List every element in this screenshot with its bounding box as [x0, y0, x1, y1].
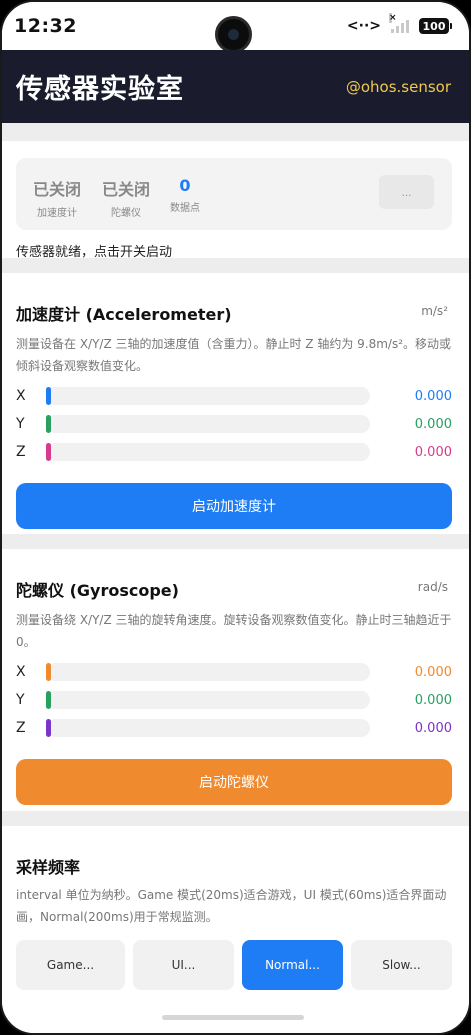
sampling-title: 采样频率	[16, 858, 81, 877]
accel-axis-x: X 0.000	[16, 386, 452, 406]
stat-label: 数据点	[170, 203, 200, 214]
axis-name: X	[16, 664, 26, 680]
axis-name: X	[16, 388, 26, 404]
axis-bar-fill	[46, 663, 51, 681]
gyro-axis-x: X 0.000	[16, 662, 452, 682]
gyro-axis-z: Z 0.000	[16, 718, 452, 738]
stat-label: 加速度计	[37, 208, 77, 219]
stat-label: 陀螺仪	[111, 208, 141, 219]
front-camera-icon	[215, 16, 252, 53]
axis-name: Y	[16, 416, 25, 432]
axis-bar-fill	[46, 719, 51, 737]
accelerometer-section: 加速度计 (Accelerometer) m/s² 测量设备在 X/Y/Z 三轴…	[2, 273, 469, 534]
axis-bar-fill	[46, 691, 51, 709]
app-title: 传感器实验室	[16, 74, 184, 105]
gyroscope-section: 陀螺仪 (Gyroscope) rad/s 测量设备绕 X/Y/Z 三轴的旋转角…	[2, 549, 469, 811]
rate-option-slow[interactable]: Slow...	[351, 940, 452, 990]
signal-icon: ×	[389, 13, 409, 33]
axis-name: Y	[16, 692, 25, 708]
axis-value: 0.000	[414, 720, 452, 736]
more-button[interactable]: ...	[379, 175, 434, 209]
stat-value: 已关闭	[102, 180, 151, 199]
axis-value: 0.000	[414, 416, 452, 432]
status-section: 已关闭 加速度计 已关闭 陀螺仪 0 数据点 ... 传感器就绪，点击开关启动	[2, 141, 469, 260]
accelerometer-description: 测量设备在 X/Y/Z 三轴的加速度值（含重力）。静止时 Z 轴约为 9.8m/…	[16, 337, 452, 373]
gyroscope-title: 陀螺仪 (Gyroscope)	[16, 581, 179, 600]
sampling-section: 采样频率 interval 单位为纳秒。Game 模式(20ms)适合游戏，UI…	[2, 826, 469, 1033]
accelerometer-title: 加速度计 (Accelerometer)	[16, 305, 232, 324]
axis-name: Z	[16, 444, 26, 460]
axis-value: 0.000	[414, 388, 452, 404]
start-gyroscope-button[interactable]: 启动陀螺仪	[16, 759, 452, 805]
axis-bar-fill	[46, 387, 51, 405]
content-scroll[interactable]: 已关闭 加速度计 已关闭 陀螺仪 0 数据点 ... 传感器就绪，点击开关启动 …	[2, 123, 469, 1033]
stat-value: 0	[179, 176, 191, 195]
battery-icon: 100	[419, 18, 452, 34]
rate-option-ui[interactable]: UI...	[133, 940, 234, 990]
axis-bar-track	[46, 443, 370, 461]
sampling-description: interval 单位为纳秒。Game 模式(20ms)适合游戏，UI 模式(6…	[16, 888, 447, 924]
axis-value: 0.000	[414, 692, 452, 708]
stat-gyroscope: 已关闭 陀螺仪	[102, 176, 150, 219]
rate-option-normal[interactable]: Normal...	[242, 940, 343, 990]
stat-accelerometer: 已关闭 加速度计	[33, 176, 81, 219]
home-indicator[interactable]	[162, 1015, 304, 1020]
axis-bar-track	[46, 691, 370, 709]
gyro-axis-y: Y 0.000	[16, 690, 452, 710]
axis-bar-track	[46, 663, 370, 681]
axis-name: Z	[16, 720, 26, 736]
axis-value: 0.000	[414, 444, 452, 460]
stat-value: 已关闭	[33, 180, 82, 199]
axis-bar-track	[46, 719, 370, 737]
rate-option-game[interactable]: Game...	[16, 940, 125, 990]
status-icons: <··> × 100	[346, 13, 452, 34]
data-transfer-icon: <··>	[346, 18, 381, 34]
axis-bar-fill	[46, 415, 51, 433]
axis-value: 0.000	[414, 664, 452, 680]
start-accelerometer-button[interactable]: 启动加速度计	[16, 483, 452, 529]
axis-bar-track	[46, 415, 370, 433]
app-handle: @ohos.sensor	[345, 77, 451, 96]
status-time: 12:32	[14, 15, 77, 37]
accelerometer-unit: m/s²	[421, 304, 448, 318]
status-card: 已关闭 加速度计 已关闭 陀螺仪 0 数据点 ...	[16, 158, 452, 230]
axis-bar-fill	[46, 443, 51, 461]
gyroscope-description: 测量设备绕 X/Y/Z 三轴的旋转角速度。旋转设备观察数值变化。静止时三轴趋近于…	[16, 613, 452, 649]
phone-screen: 12:32 <··> × 100 传感器实验室 @ohos.sensor 已关闭…	[0, 0, 471, 1035]
app-bar: 传感器实验室 @ohos.sensor	[2, 50, 469, 123]
axis-bar-track	[46, 387, 370, 405]
accel-axis-z: Z 0.000	[16, 442, 452, 462]
ready-status-text: 传感器就绪，点击开关启动	[16, 245, 173, 260]
gyroscope-unit: rad/s	[417, 580, 448, 594]
stat-data-points: 0 数据点	[170, 176, 200, 214]
accel-axis-y: Y 0.000	[16, 414, 452, 434]
